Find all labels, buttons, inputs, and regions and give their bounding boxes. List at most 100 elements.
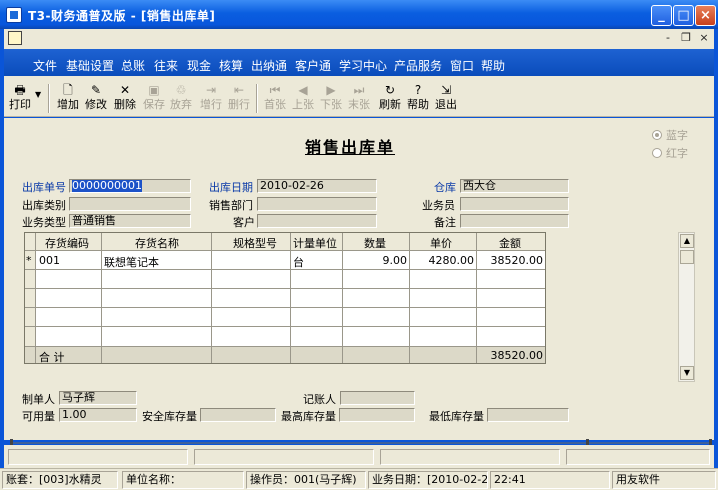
biztype-label: 业务类型: [22, 216, 66, 229]
order-no-field[interactable]: 0000000001: [69, 179, 191, 193]
available-field: 1.00: [59, 408, 137, 422]
radio-empty-icon: [652, 148, 662, 158]
column-header-qty[interactable]: 数量: [364, 235, 386, 251]
vertical-scrollbar[interactable]: ▲ ▼: [678, 232, 695, 382]
toolbar-separator: [48, 84, 50, 113]
printer-icon: 🖶: [14, 83, 26, 97]
next-record-button[interactable]: ▶ 下张: [318, 84, 344, 114]
column-header-spec[interactable]: 规格型号: [233, 235, 277, 251]
maximize-button[interactable]: □: [673, 5, 694, 26]
bookkeeper-label: 记账人: [303, 393, 336, 406]
menu-receivables[interactable]: 往来: [154, 57, 178, 74]
refresh-button[interactable]: ↻ 刷新: [377, 84, 403, 114]
category-field[interactable]: [69, 197, 191, 211]
salesman-field[interactable]: [460, 197, 569, 211]
menu-help[interactable]: 帮助: [481, 57, 505, 74]
status-bar: 账套：[003]水精灵 单位名称： 操作员：001(马子辉) 业务日期：[201…: [0, 468, 718, 490]
minimize-button[interactable]: _: [651, 5, 672, 26]
previous-record-button[interactable]: ◀ 上张: [290, 84, 316, 114]
remark-field[interactable]: [460, 214, 569, 228]
mdi-child-bar: [4, 29, 714, 49]
discard-button[interactable]: ♲ 放弃: [168, 84, 194, 114]
menu-cashier[interactable]: 出纳通: [251, 57, 287, 74]
document-icon[interactable]: [8, 31, 22, 45]
blue-voucher-radio[interactable]: 蓝字: [652, 127, 688, 143]
total-label: 合 计: [39, 351, 65, 364]
detail-grid[interactable]: 存货编码 存货名称 规格型号 计量单位 数量 单价 金额 * 001 联想笔记本…: [24, 232, 546, 364]
cell-qty[interactable]: 9.00: [345, 254, 408, 267]
grid-lines: [25, 233, 545, 363]
save-disk-icon: ▣: [148, 83, 160, 97]
cell-unit[interactable]: 台: [293, 254, 304, 270]
warehouse-field[interactable]: 西大仓: [460, 179, 569, 193]
cell-amount[interactable]: 38520.00: [479, 254, 544, 267]
status-account: 账套：[003]水精灵: [2, 471, 118, 489]
column-header-name[interactable]: 存货名称: [135, 235, 179, 251]
remark-label: 备注: [434, 216, 456, 229]
menu-basic-settings[interactable]: 基础设置: [66, 57, 114, 74]
date-field[interactable]: 2010-02-26: [257, 179, 377, 193]
menu-customer[interactable]: 客户通: [295, 57, 331, 74]
category-label: 出库类别: [22, 199, 66, 212]
toolbar-separator: [256, 84, 258, 113]
save-button[interactable]: ▣ 保存: [141, 84, 167, 114]
row-marker: *: [26, 254, 32, 267]
menu-file[interactable]: 文件: [33, 57, 57, 74]
menu-cash[interactable]: 现金: [187, 57, 211, 74]
menu-accounting[interactable]: 核算: [219, 57, 243, 74]
scroll-up-arrow-icon[interactable]: ▲: [680, 234, 694, 248]
salesman-label: 业务员: [422, 199, 455, 212]
first-icon: ⏮: [269, 83, 281, 97]
scroll-thumb[interactable]: [680, 250, 694, 264]
last-record-button[interactable]: ⏭ 末张: [346, 84, 372, 114]
cell-price[interactable]: 4280.00: [412, 254, 475, 267]
horizontal-splitter[interactable]: [10, 437, 712, 447]
min-stock-field: [487, 408, 569, 422]
last-icon: ⏭: [353, 83, 365, 97]
insert-row-icon: ⇥: [205, 83, 217, 97]
window-title: T3-财务通普及版 - [销售出库单]: [28, 9, 216, 23]
menu-window[interactable]: 窗口: [450, 57, 474, 74]
form-title: 销售出库单: [304, 138, 395, 157]
menu-general-ledger[interactable]: 总账: [121, 57, 145, 74]
column-header-amount[interactable]: 金额: [499, 235, 521, 251]
help-button[interactable]: ? 帮助: [405, 84, 431, 114]
print-dropdown-arrow-icon[interactable]: ▼: [35, 90, 41, 99]
date-label: 出库日期: [209, 181, 253, 194]
modify-button[interactable]: ✎ 修改: [82, 84, 110, 114]
maker-label: 制单人: [22, 393, 55, 406]
customer-label: 客户: [233, 216, 255, 229]
info-pane: [8, 449, 188, 465]
cell-name[interactable]: 联想笔记本: [104, 254, 159, 270]
close-button[interactable]: ×: [695, 5, 716, 26]
mdi-minimize-button[interactable]: -: [660, 31, 676, 46]
bookkeeper-field: [340, 391, 415, 405]
mdi-close-button[interactable]: ×: [696, 31, 712, 46]
column-header-code[interactable]: 存货编码: [45, 235, 89, 251]
status-time: 22:41: [490, 471, 610, 489]
scroll-down-arrow-icon[interactable]: ▼: [680, 366, 694, 380]
exit-button[interactable]: ⇲ 退出: [433, 84, 459, 114]
menu-learning-center[interactable]: 学习中心: [339, 57, 387, 74]
delete-button[interactable]: ✕ 删除: [112, 84, 138, 114]
maker-field: 马子辉: [59, 391, 137, 405]
menu-product-service[interactable]: 产品服务: [394, 57, 442, 74]
biztype-field[interactable]: 普通销售: [69, 214, 191, 228]
status-operator: 操作员：001(马子辉): [246, 471, 366, 489]
first-record-button[interactable]: ⏮ 首张: [262, 84, 288, 114]
add-row-button[interactable]: ⇥ 增行: [198, 84, 224, 114]
cell-code[interactable]: 001: [39, 254, 60, 267]
red-voucher-radio[interactable]: 红字: [652, 145, 688, 161]
add-button[interactable]: 🗋 增加: [55, 84, 81, 114]
remove-row-icon: ⇤: [233, 83, 245, 97]
customer-field[interactable]: [257, 214, 377, 228]
trash-icon: ♲: [175, 83, 187, 97]
refresh-icon: ↻: [384, 83, 396, 97]
delete-row-button[interactable]: ⇤ 删行: [226, 84, 252, 114]
dept-field[interactable]: [257, 197, 377, 211]
column-header-price[interactable]: 单价: [430, 235, 452, 251]
column-header-unit[interactable]: 计量单位: [293, 235, 337, 251]
mdi-restore-button[interactable]: ❐: [678, 31, 694, 46]
print-button[interactable]: 🖶 打印: [6, 84, 34, 114]
app-icon[interactable]: [6, 7, 22, 23]
